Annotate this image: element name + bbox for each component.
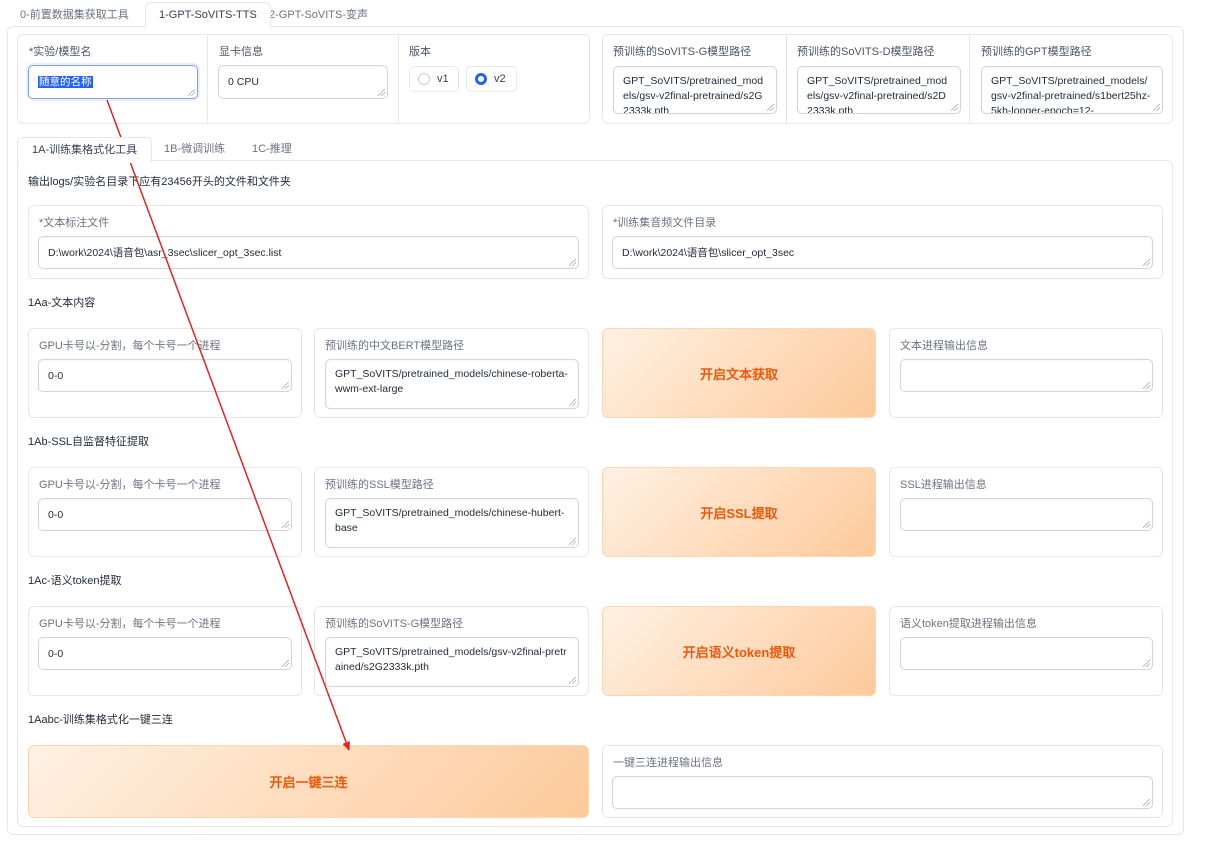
arrow-line <box>106 99 350 751</box>
annotation-arrow <box>106 99 350 751</box>
tab-1a-format-tools[interactable]: 1A-训练集格式化工具 <box>17 137 153 163</box>
tab-gpt-sovits-tts[interactable]: 1-GPT-SoVITS-TTS <box>145 2 271 28</box>
